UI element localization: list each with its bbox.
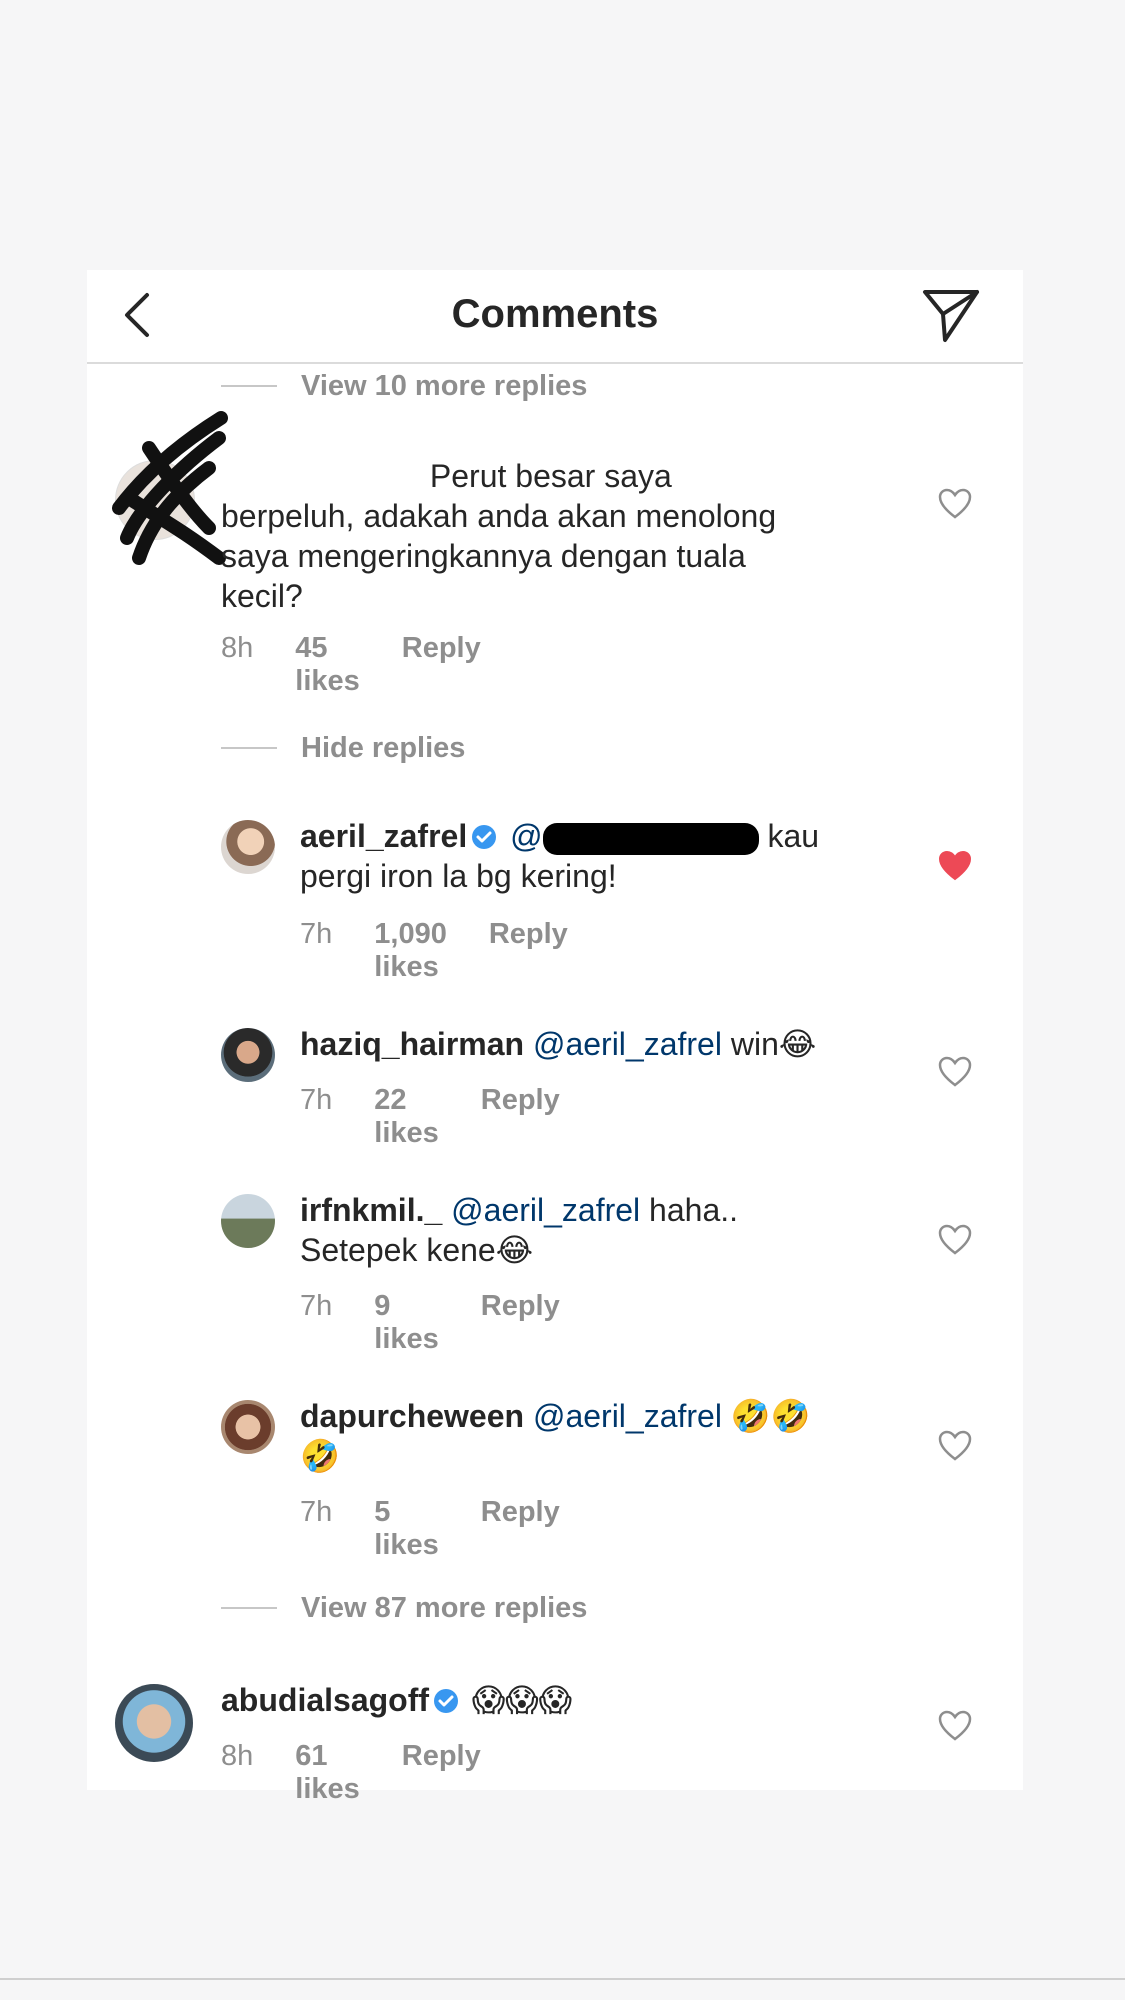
username[interactable]: abudialsagoff [221, 1682, 429, 1718]
comment-meta: 7h 9 likes Reply [300, 1290, 560, 1356]
heart-icon[interactable] [938, 1430, 972, 1462]
comment-text: haziq_hairman @aeril_zafrel win😂 [300, 1026, 817, 1062]
hide-replies-button[interactable]: Hide replies [221, 728, 465, 768]
avatar[interactable] [221, 820, 275, 874]
reply-button[interactable]: Reply [481, 1496, 560, 1562]
thread-line [221, 385, 277, 387]
mention-link[interactable]: @aeril_zafrel [533, 1026, 722, 1062]
mention-link[interactable]: @aeril_zafrel [451, 1192, 640, 1228]
likes-count[interactable]: 1,090 likes [374, 918, 447, 984]
heart-icon[interactable] [938, 1056, 972, 1088]
comment-meta: 7h 22 likes Reply [300, 1084, 560, 1150]
heart-filled-icon[interactable] [938, 850, 972, 882]
comments-panel: Comments View 10 more replies Perut besa… [87, 270, 1023, 1805]
comment-meta: 8h 61 likes Reply [221, 1740, 481, 1806]
comment-text: irfnkmil._ @aeril_zafrel haha.. Setepek … [300, 1192, 739, 1268]
comments-header: Comments [87, 270, 1023, 364]
comment-time: 8h [221, 1740, 254, 1772]
comment-time: 7h [300, 1290, 333, 1322]
comment-text: abudialsagoff 😱😱😱 [221, 1682, 572, 1718]
page-title: Comments [451, 292, 659, 336]
verified-badge-icon [472, 825, 497, 849]
heart-icon[interactable] [938, 1710, 972, 1742]
username[interactable]: haziq_hairman [300, 1026, 524, 1062]
comment-time: 7h [300, 1084, 333, 1116]
view-more-replies-button[interactable]: View 10 more replies [221, 366, 587, 406]
username[interactable]: dapurcheween [300, 1398, 524, 1434]
reply-button[interactable]: Reply [489, 918, 568, 984]
view-more-replies-label: View 10 more replies [301, 369, 588, 402]
comment-time: 7h [300, 918, 333, 950]
reply-button[interactable]: Reply [402, 1740, 481, 1806]
avatar[interactable] [221, 1194, 275, 1248]
comment-meta: 8h 45 likes Reply [221, 632, 481, 698]
avatar[interactable] [221, 1400, 275, 1454]
avatar[interactable] [221, 1028, 275, 1082]
avatar[interactable] [115, 1684, 193, 1762]
hide-replies-label: Hide replies [301, 731, 466, 764]
redacted-username [221, 477, 421, 481]
comment-text: aeril_zafrel @ kau pergi iron la bg keri… [300, 818, 820, 894]
comment-time: 7h [300, 1496, 333, 1528]
likes-count[interactable]: 61 likes [295, 1740, 360, 1806]
heart-icon[interactable] [938, 1224, 972, 1256]
likes-count[interactable]: 9 likes [374, 1290, 439, 1356]
mention-link[interactable]: @ [510, 818, 542, 854]
view-more-replies-button[interactable]: View 87 more replies [221, 1588, 587, 1628]
direct-message-icon[interactable] [919, 282, 983, 346]
reply-button[interactable]: Reply [402, 632, 481, 698]
comment-text: dapurcheween @aeril_zafrel 🤣🤣 🤣 [300, 1398, 811, 1474]
verified-badge-icon [434, 1689, 459, 1713]
comment-time: 8h [221, 632, 254, 664]
bottom-divider [0, 1978, 1125, 1980]
comment-meta: 7h 1,090 likes Reply [300, 918, 568, 984]
likes-count[interactable]: 45 likes [295, 632, 360, 698]
username[interactable]: aeril_zafrel [300, 818, 467, 854]
comment-text: Perut besar saya berpeluh, adakah anda a… [221, 458, 777, 614]
heart-icon[interactable] [938, 488, 972, 520]
reply-button[interactable]: Reply [481, 1290, 560, 1356]
view-more-replies-label: View 87 more replies [301, 1591, 588, 1624]
scribble-redaction [112, 411, 228, 565]
thread-line [221, 1607, 277, 1609]
redacted-mention [542, 822, 759, 855]
reply-button[interactable]: Reply [481, 1084, 560, 1150]
comment-meta: 7h 5 likes Reply [300, 1496, 560, 1562]
mention-link[interactable]: @aeril_zafrel [533, 1398, 722, 1434]
likes-count[interactable]: 22 likes [374, 1084, 439, 1150]
likes-count[interactable]: 5 likes [374, 1496, 439, 1562]
username[interactable]: irfnkmil._ [300, 1192, 442, 1228]
thread-line [221, 747, 277, 749]
